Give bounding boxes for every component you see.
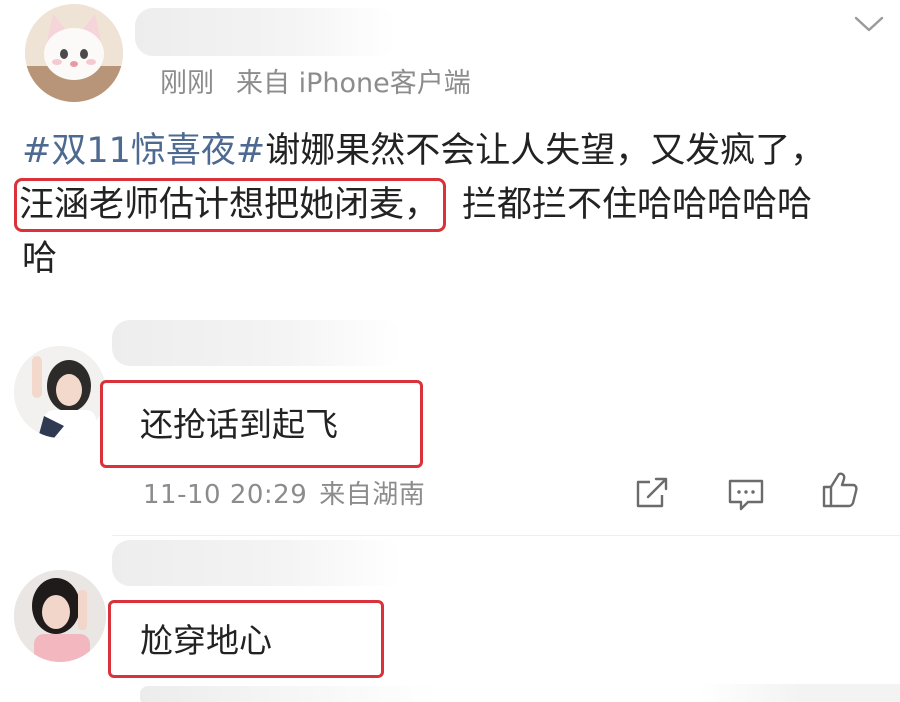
thumbs-up-icon[interactable]: [820, 470, 860, 510]
post-meta: 刚刚 来自 iPhone客户端: [160, 64, 471, 104]
comment-icon[interactable]: [726, 474, 766, 514]
commenter-name-blurred[interactable]: [112, 320, 402, 366]
comment-actions-cropped: [700, 684, 900, 702]
girl-avatar-image: [14, 570, 106, 662]
comment-avatar[interactable]: [14, 346, 106, 438]
post-line-1: #双11惊喜夜#谢娜果然不会让人失望，又发疯了，: [22, 124, 882, 178]
chevron-down-icon[interactable]: [852, 12, 886, 36]
share-icon[interactable]: [632, 473, 672, 513]
comment-divider: [112, 535, 900, 536]
weibo-post-screen: 刚刚 来自 iPhone客户端 #双11惊喜夜#谢娜果然不会让人失望，又发疯了， …: [0, 0, 900, 702]
post-time: 刚刚: [160, 68, 214, 99]
post-line-3: 哈: [22, 239, 58, 279]
comment-meta-cropped: [140, 686, 440, 702]
comment-avatar[interactable]: [14, 570, 106, 662]
post-line-2: 汪涵老师估计想把她闭麦， 拦都拦不住哈哈哈哈哈: [14, 178, 882, 232]
post-text-1: 谢娜果然不会让人失望，又发疯了，: [265, 131, 826, 171]
post-content: #双11惊喜夜#谢娜果然不会让人失望，又发疯了， 汪涵老师估计想把她闭麦， 拦都拦…: [14, 124, 882, 286]
comment-meta: 11-10 20:29 来自湖南: [143, 474, 425, 511]
post-author-avatar[interactable]: [25, 4, 123, 102]
post-text-2: 拦都拦不住哈哈哈哈哈: [462, 185, 813, 225]
comment-text: 还抢话到起飞: [140, 405, 338, 444]
comment-location: 来自湖南: [319, 480, 426, 510]
girl-avatar-image: [14, 346, 106, 438]
comment-text: 尬穿地心: [140, 621, 272, 660]
post-source: 来自 iPhone客户端: [236, 68, 471, 99]
comment-time: 11-10 20:29: [143, 480, 308, 510]
highlighted-phrase: 汪涵老师估计想把她闭麦，: [14, 178, 447, 232]
cat-plush-avatar-image: [25, 4, 123, 102]
commenter-name-blurred[interactable]: [112, 540, 402, 586]
post-author-name-blurred[interactable]: [135, 8, 395, 56]
hashtag-link[interactable]: #双11惊喜夜#: [22, 131, 265, 171]
